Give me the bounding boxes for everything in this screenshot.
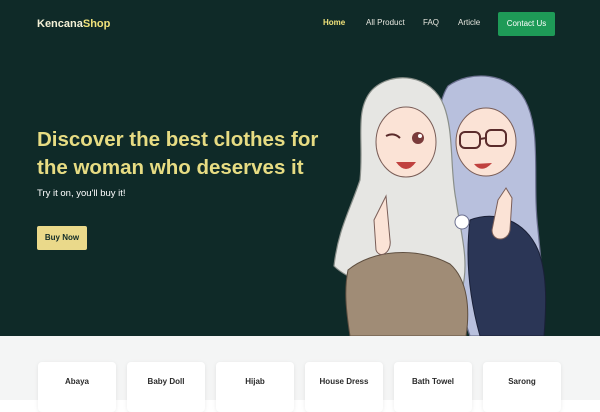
category-label: House Dress [319, 377, 369, 386]
hero-subline: Try it on, you'll buy it! [37, 188, 126, 199]
category-card-sarong[interactable]: Sarong [483, 362, 561, 412]
hero-headline: Discover the best clothes for the woman … [37, 128, 319, 179]
category-label: Hijab [245, 377, 265, 386]
nav-link-faq[interactable]: FAQ [423, 18, 439, 27]
nav-link-home[interactable]: Home [323, 18, 345, 27]
category-card-abaya[interactable]: Abaya [38, 362, 116, 412]
left-girl-body [345, 252, 469, 336]
cat-brooch-icon [454, 214, 470, 230]
buy-now-button[interactable]: Buy Now [37, 226, 87, 250]
nav-link-all-product[interactable]: All Product [366, 18, 405, 27]
contact-us-button[interactable]: Contact Us [498, 12, 555, 36]
category-card-hijab[interactable]: Hijab [216, 362, 294, 412]
category-card-baby-doll[interactable]: Baby Doll [127, 362, 205, 412]
category-section: Abaya Baby Doll Hijab House Dress Bath T… [0, 336, 600, 412]
two-girls-in-hijab-illustration [333, 75, 547, 336]
brand-name-part2: Shop [82, 18, 111, 30]
brand-name-part1: Kencana [37, 18, 83, 30]
brand-logo[interactable]: KencanaShop [37, 18, 110, 30]
top-navbar: KencanaShop Home All Product FAQ Article… [0, 0, 600, 48]
category-card-house-dress[interactable]: House Dress [305, 362, 383, 412]
category-label: Sarong [508, 377, 536, 386]
category-label: Bath Towel [411, 377, 455, 386]
category-label: Baby Doll [147, 377, 185, 386]
left-girl-eye [412, 132, 424, 144]
category-label: Abaya [64, 377, 89, 386]
hero-section: KencanaShop Home All Product FAQ Article… [0, 0, 600, 336]
category-card-bath-towel[interactable]: Bath Towel [394, 362, 472, 412]
nav-link-article[interactable]: Article [458, 18, 480, 27]
